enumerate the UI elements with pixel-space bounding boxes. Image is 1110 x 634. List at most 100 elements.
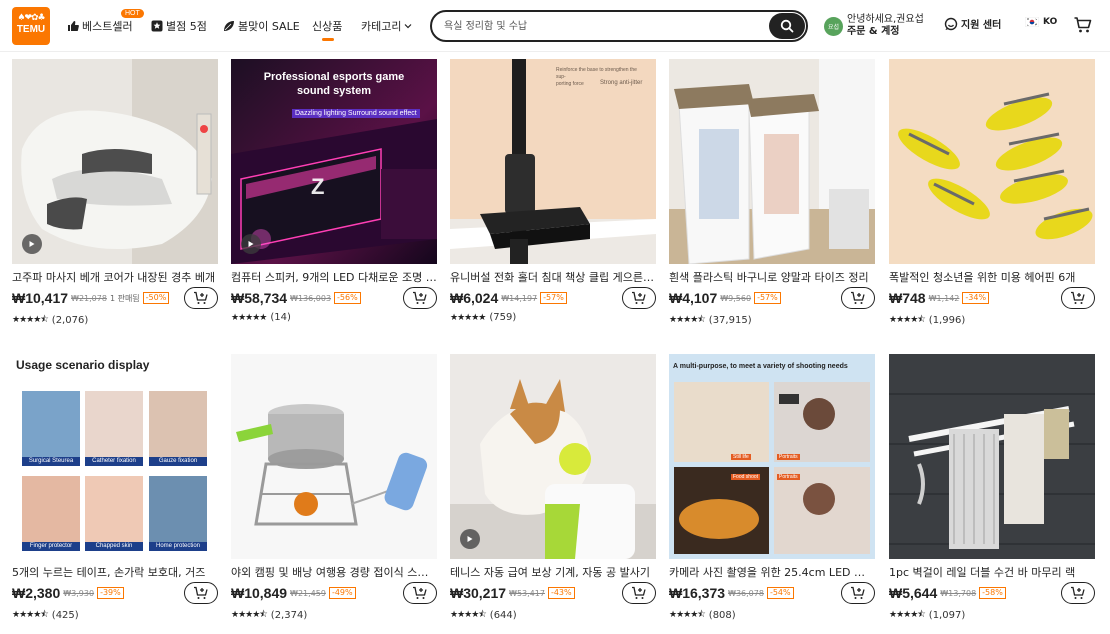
product-image[interactable]: A multi-purpose, to meet a variety of sh… [669, 354, 875, 559]
product-title[interactable]: 테니스 자동 급여 보상 기계, 자동 공 발사기 [450, 564, 656, 580]
video-play-icon[interactable] [460, 529, 480, 549]
review-count: (644) [489, 609, 517, 621]
product-title[interactable]: 컴퓨터 스피커, 9개의 LED 다채로운 조명 효과 [231, 269, 437, 285]
search-input[interactable] [444, 17, 764, 35]
search-icon [780, 19, 794, 33]
product-card[interactable]: 테니스 자동 급여 보상 기계, 자동 공 발사기 ₩30,217 ₩53,41… [450, 354, 656, 621]
language-selector[interactable]: KO [1025, 17, 1057, 27]
product-card[interactable]: A multi-purpose, to meet a variety of sh… [669, 354, 875, 621]
product-price: ₩16,373 [669, 585, 726, 601]
rating-row: ★★★★⯪ (2,374) [231, 607, 307, 623]
star-badge-icon [151, 20, 163, 32]
product-title[interactable]: 카메라 사진 촬영을 위한 25.4cm LED 링 라이트 [669, 564, 875, 580]
add-to-cart-button[interactable] [841, 287, 875, 309]
add-to-cart-button[interactable] [1061, 287, 1095, 309]
rating-stars: ★★★★⯪ [231, 610, 268, 620]
support-center-link[interactable]: 지원 센터 [944, 16, 1001, 31]
original-price: ₩14,197 [501, 293, 538, 303]
chat-icon [944, 17, 958, 30]
review-count: (808) [708, 609, 736, 621]
add-to-cart-button[interactable] [841, 582, 875, 604]
top-header: ♠❤✿♣ TEMU 베스트셀러 HOT 별점 5점 봄맞이 SALE 신상품 카… [0, 0, 1110, 52]
product-image[interactable] [12, 59, 218, 264]
image-label: Portraits [777, 474, 800, 480]
product-price: ₩4,107 [669, 290, 718, 306]
product-card[interactable]: 고주파 마사지 베개 코어가 내장된 경추 베개 ₩10,417 ₩21,078… [12, 59, 218, 326]
add-to-cart-button[interactable] [403, 287, 437, 309]
thumbs-up-icon [68, 21, 79, 31]
product-card[interactable]: 야외 캠핑 및 배낭 여행용 경량 접이식 스토브 ₩10,849 ₩21,45… [231, 354, 437, 621]
account-menu[interactable]: 요섭 안녕하세요,권요섭 주문 & 계정 [824, 11, 924, 41]
rating-stars: ★★★★⯪ [450, 610, 487, 620]
product-card[interactable]: Z Professional esports game sound system… [231, 59, 437, 323]
support-label: 지원 센터 [961, 20, 1002, 31]
cart-button[interactable] [1073, 15, 1093, 39]
product-card[interactable]: Reinforce the base to strengthen the sup… [450, 59, 656, 323]
product-image[interactable] [669, 59, 875, 264]
add-cart-icon [632, 291, 646, 304]
product-image[interactable] [231, 354, 437, 559]
original-price: ₩3,930 [63, 588, 95, 598]
review-count: (425) [51, 609, 79, 621]
product-card[interactable]: Usage scenario display Surgical Steurea … [12, 354, 218, 621]
temu-logo[interactable]: ♠❤✿♣ TEMU [12, 7, 50, 45]
product-card[interactable]: 1pc 벽걸이 레일 더블 수건 바 마무리 랙 ₩5,644 ₩13,708 … [889, 354, 1095, 621]
product-title[interactable]: 유니버설 전화 홀더 침대 책상 클립 게으른 브래킷 [450, 269, 656, 285]
nav-new-arrivals[interactable]: 신상품 [312, 16, 342, 36]
product-card[interactable]: 폭발적인 청소년을 위한 미용 헤어핀 6개 ₩748 ₩1,142 -34% … [889, 59, 1095, 326]
nav-label: 베스트셀러 [82, 20, 133, 33]
search-bar [430, 10, 808, 42]
product-title[interactable]: 고주파 마사지 베개 코어가 내장된 경추 베개 [12, 269, 218, 285]
original-price: ₩53,417 [509, 588, 545, 598]
add-to-cart-button[interactable] [622, 582, 656, 604]
review-count: (2,374) [270, 609, 308, 621]
discount-badge: -54% [766, 587, 794, 599]
add-to-cart-button[interactable] [403, 582, 437, 604]
product-image[interactable] [450, 354, 656, 559]
nav-five-star[interactable]: 별점 5점 [151, 16, 207, 36]
add-to-cart-button[interactable] [1061, 582, 1095, 604]
product-title[interactable]: 흰색 플라스틱 바구니로 양말과 타이즈 정리 [669, 269, 875, 285]
rating-stars: ★★★★⯪ [889, 610, 926, 620]
product-title[interactable]: 1pc 벽걸이 레일 더블 수건 바 마무리 랙 [889, 564, 1095, 580]
search-button[interactable] [769, 13, 805, 39]
review-count: (2,076) [51, 314, 89, 326]
add-cart-icon [1071, 586, 1085, 599]
video-play-icon[interactable] [22, 234, 42, 254]
image-caption-line: sound system [297, 85, 371, 97]
rating-stars: ★★★★⯪ [12, 315, 49, 325]
rating-row: ★★★★⯪ (808) [669, 607, 736, 623]
product-image[interactable] [889, 354, 1095, 559]
product-title[interactable]: 5개의 누르는 테이프, 손가락 보호대, 거즈 [12, 564, 218, 580]
rating-stars: ★★★★⯪ [669, 610, 706, 620]
add-to-cart-button[interactable] [184, 582, 218, 604]
discount-badge: -57% [540, 292, 567, 304]
rating-row: ★★★★⯪ (1,097) [889, 607, 965, 623]
product-card[interactable]: 흰색 플라스틱 바구니로 양말과 타이즈 정리 ₩4,107 ₩9,560 -5… [669, 59, 875, 326]
add-to-cart-button[interactable] [622, 287, 656, 309]
add-to-cart-button[interactable] [184, 287, 218, 309]
image-label: Still life [731, 454, 751, 460]
nav-best-sellers[interactable]: 베스트셀러 [67, 16, 133, 36]
product-image[interactable]: Z Professional esports game sound system… [231, 59, 437, 264]
product-title[interactable]: 폭발적인 청소년을 위한 미용 헤어핀 6개 [889, 269, 1095, 285]
nav-categories[interactable]: 카테고리 [361, 16, 412, 36]
discount-badge: -50% [142, 292, 170, 304]
nav-spring-sale[interactable]: 봄맞이 SALE [223, 16, 300, 36]
orders-account-link: 주문 & 계정 [847, 26, 900, 37]
leaf-icon [224, 21, 234, 31]
image-caption: Professional esports game sound system [231, 70, 437, 98]
product-title[interactable]: 야외 캠핑 및 배낭 여행용 경량 접이식 스토브 [231, 564, 437, 580]
product-image[interactable]: Reinforce the base to strengthen the sup… [450, 59, 656, 264]
image-label: Home protection [155, 543, 201, 549]
rating-stars: ★★★★★ [450, 312, 486, 323]
rating-row: ★★★★⯪ (37,915) [669, 312, 752, 328]
discount-badge: -56% [334, 292, 361, 304]
nav-active-indicator [322, 38, 334, 41]
rating-stars: ★★★★⯪ [12, 610, 49, 620]
image-caption: Usage scenario display [16, 358, 150, 372]
product-image[interactable]: Usage scenario display Surgical Steurea … [12, 354, 218, 559]
video-play-icon[interactable] [241, 234, 261, 254]
product-image[interactable] [889, 59, 1095, 264]
add-cart-icon [413, 586, 427, 599]
